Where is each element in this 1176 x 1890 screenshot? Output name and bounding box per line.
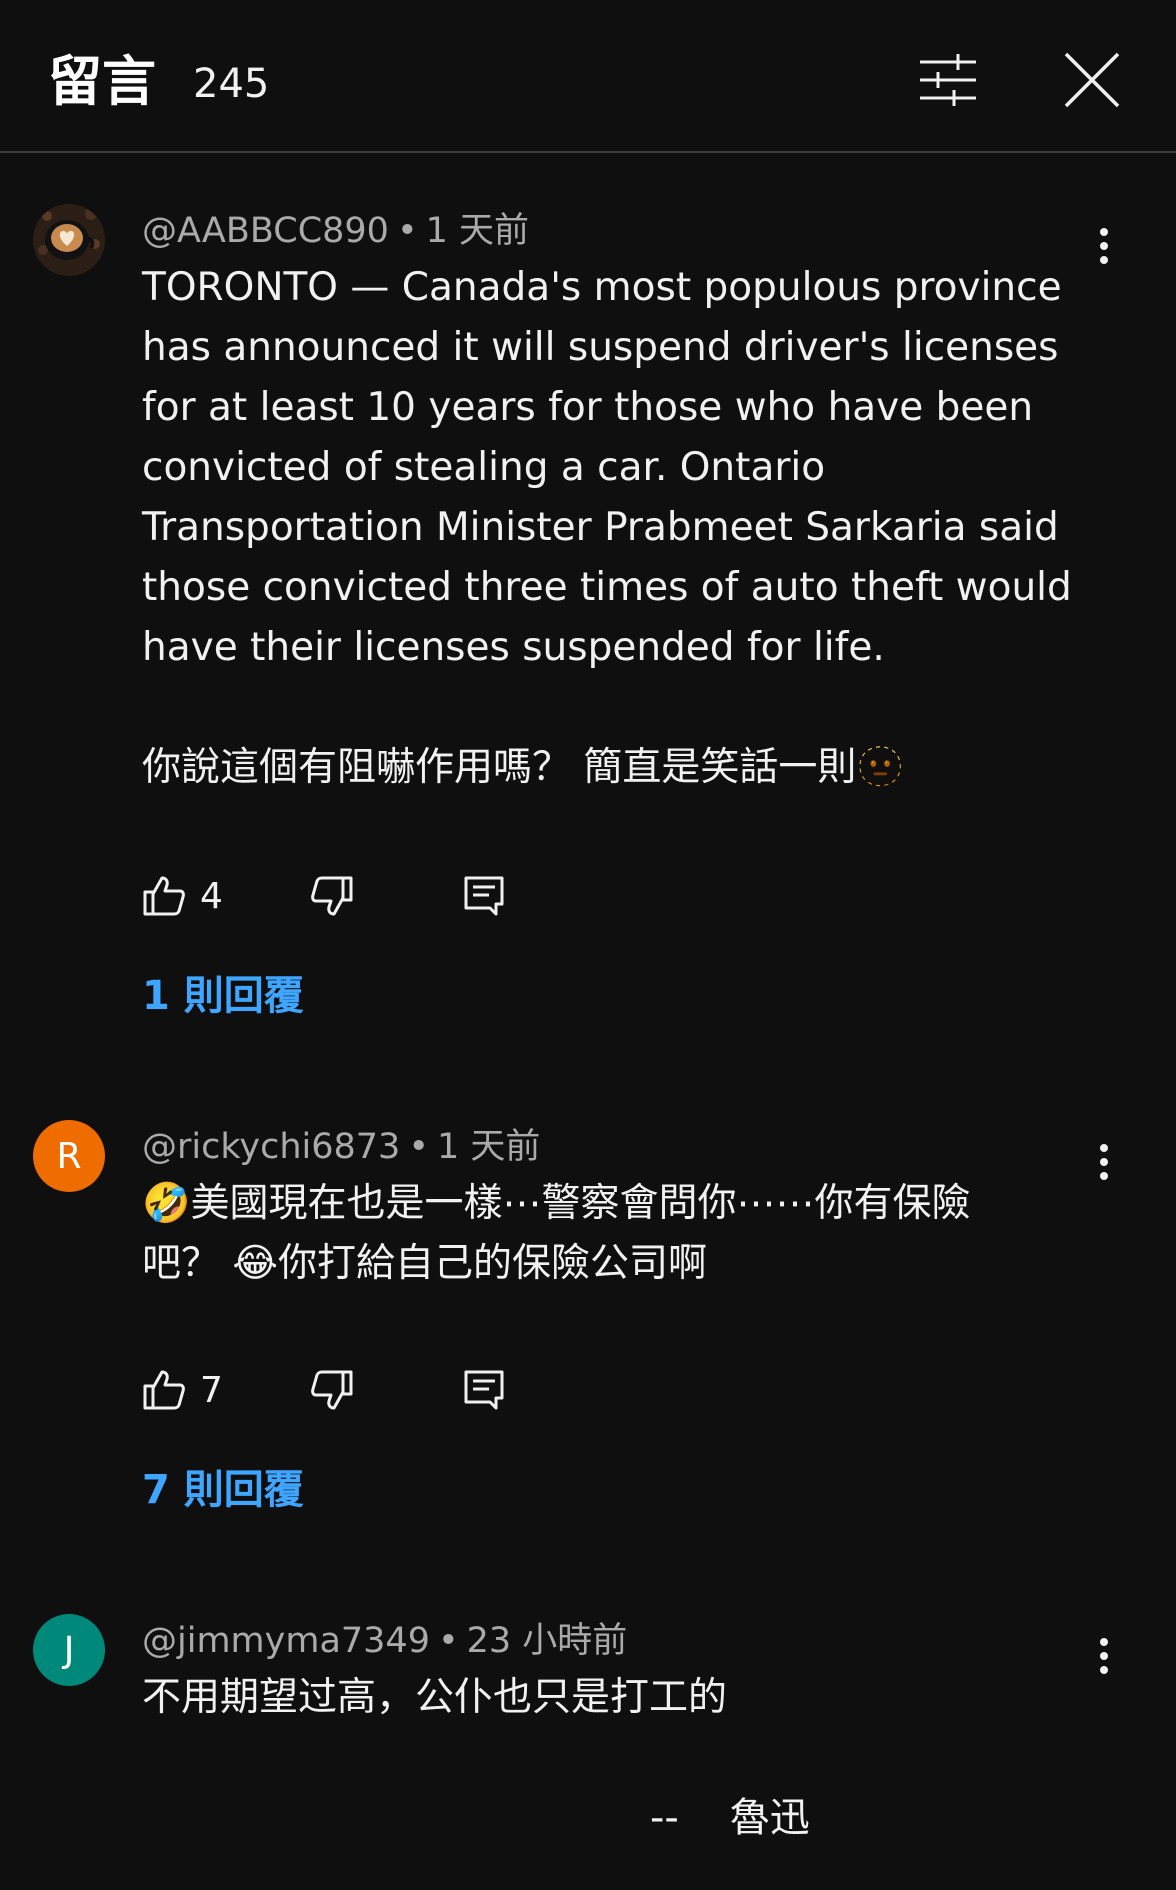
comment-time: 23 小時前: [466, 1621, 628, 1661]
comment-meta: @jimmyma7349 • 23 小時前: [142, 1616, 627, 1666]
latte-art-coffee-cup-icon: [33, 204, 105, 276]
comment-text-continuation: -- 魯迅: [650, 1795, 810, 1841]
thumbs-down-icon: [311, 876, 353, 916]
reply-button[interactable]: [462, 866, 506, 926]
comment-author[interactable]: @jimmyma7349: [142, 1621, 430, 1661]
like-button[interactable]: 4: [142, 866, 223, 926]
comment-text: 🤣美國現在也是一樣⋯警察會問你⋯⋯你有保險 吧？ 😂你打給自己的保險公司啊: [142, 1181, 971, 1286]
avatar[interactable]: R: [33, 1120, 105, 1192]
comments-header: 留言 245: [0, 0, 1176, 153]
filter-button[interactable]: [918, 50, 978, 110]
sliders-icon: [920, 54, 976, 106]
replies-link[interactable]: 7 則回覆: [142, 1462, 304, 1518]
avatar-letter: R: [56, 1135, 82, 1177]
like-count: 4: [200, 875, 223, 917]
avatar-letter: J: [63, 1629, 75, 1671]
close-icon: [1064, 52, 1120, 108]
avatar[interactable]: [33, 204, 105, 276]
thumbs-up-icon: [143, 1370, 185, 1410]
like-button[interactable]: 7: [142, 1360, 223, 1420]
reply-comment-icon: [464, 1370, 504, 1410]
comment-time: 1 天前: [425, 211, 530, 251]
comment-actions: 7: [142, 1360, 642, 1420]
meta-separator: •: [437, 1621, 459, 1661]
comment-meta: @rickychi6873 • 1 天前: [142, 1122, 540, 1172]
replies-link[interactable]: 1 則回覆: [142, 968, 304, 1024]
comments-count: 245: [193, 61, 270, 107]
comment-item: R @rickychi6873 • 1 天前 🤣美國現在也是一樣⋯警察會問你⋯⋯你有…: [0, 1120, 1176, 1560]
dislike-button[interactable]: [310, 1360, 354, 1420]
comment-time: 1 天前: [436, 1127, 541, 1167]
comment-actions: 4: [142, 866, 642, 926]
meta-separator: •: [408, 1127, 429, 1167]
comments-title: 留言: [48, 50, 156, 113]
comment-meta: @AABBCC890 • 1 天前: [142, 206, 529, 256]
dislike-button[interactable]: [310, 866, 354, 926]
comment-text: TORONTO — Canada's most populous provinc…: [142, 265, 1072, 790]
comment-author[interactable]: @AABBCC890: [142, 211, 389, 251]
comment-item: @AABBCC890 • 1 天前 TORONTO — Canada's most …: [0, 204, 1176, 1064]
thumbs-up-icon: [143, 876, 185, 916]
reply-button[interactable]: [462, 1360, 506, 1420]
meta-separator: •: [396, 211, 418, 251]
avatar[interactable]: J: [33, 1614, 105, 1686]
comment-text: 不用期望过高，公仆也只是打工的: [142, 1675, 728, 1720]
reply-comment-icon: [464, 876, 504, 916]
close-button[interactable]: [1062, 50, 1122, 110]
thumbs-down-icon: [311, 1370, 353, 1410]
comment-author[interactable]: @rickychi6873: [142, 1127, 400, 1167]
comment-item: J @jimmyma7349 • 23 小時前 不用期望过高，公仆也只是打工的: [0, 1614, 1176, 1784]
like-count: 7: [200, 1369, 223, 1411]
